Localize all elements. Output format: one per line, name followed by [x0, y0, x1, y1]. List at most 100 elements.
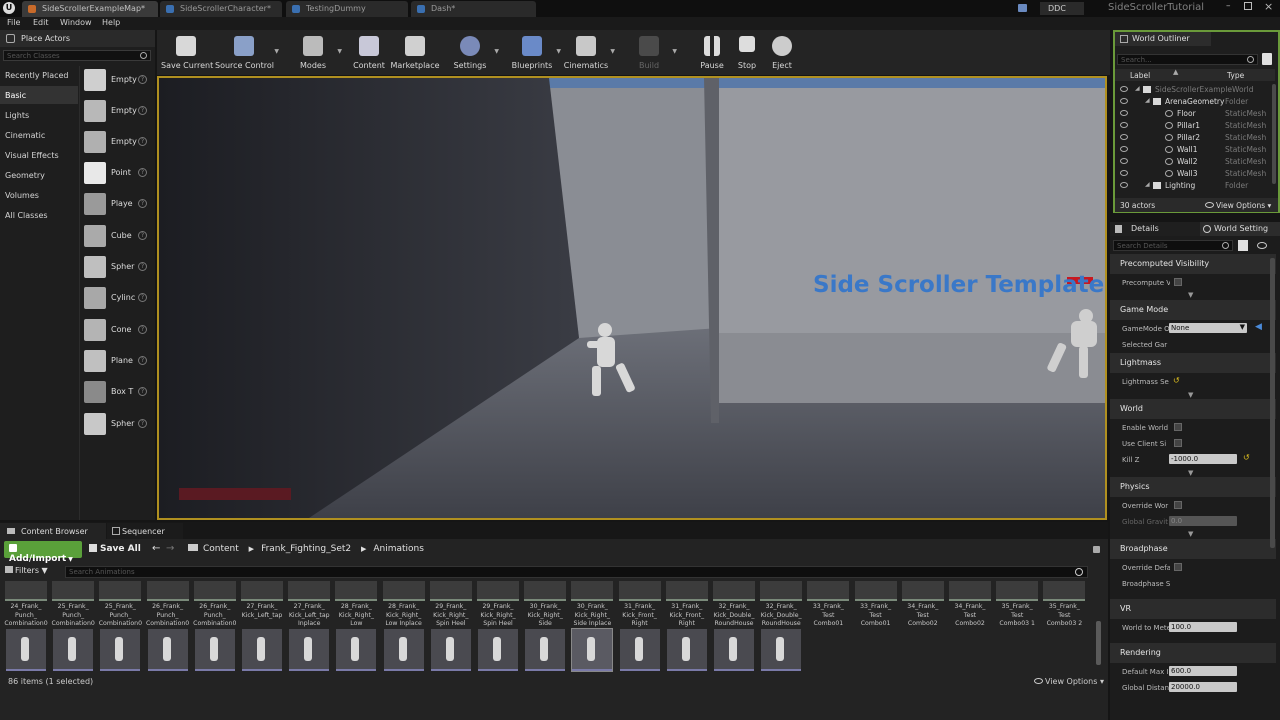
override-world-checkbox[interactable]	[1174, 501, 1182, 509]
chevron-right-icon[interactable]: ▶	[249, 545, 254, 553]
animation-asset-thumbnail[interactable]	[430, 629, 471, 671]
outliner-row[interactable]: Wall2 StaticMesh	[1115, 156, 1278, 168]
animation-asset-thumbnail[interactable]	[53, 629, 94, 671]
animation-asset[interactable]: 24_Frank_ Punch_ Combination0	[4, 581, 48, 627]
animation-asset[interactable]: 28_Frank_ Kick_Right_ Low Inplace	[382, 581, 425, 627]
animation-asset[interactable]: 30_Frank_ Kick_Right_ Side Inplace	[571, 581, 614, 627]
chevron-down-icon[interactable]: ▼	[274, 48, 279, 55]
actor-item[interactable]: Plane?	[82, 348, 152, 374]
outliner-row[interactable]: Wall1 StaticMesh	[1115, 144, 1278, 156]
expand-chevron-icon[interactable]: ▼	[1188, 291, 1193, 299]
default-max-input[interactable]: 600.0	[1169, 666, 1237, 676]
unreal-logo-icon[interactable]: U	[3, 2, 15, 14]
help-icon[interactable]: ?	[138, 75, 147, 84]
help-icon[interactable]: ?	[138, 293, 147, 302]
lock-icon[interactable]	[1093, 546, 1100, 553]
animation-asset[interactable]: 32_Frank_ Kick_Double_ RoundHouse	[713, 581, 755, 627]
visibility-eye-icon[interactable]	[1120, 134, 1128, 140]
animation-asset[interactable]: 28_Frank_ Kick_Right_ Low	[335, 581, 378, 627]
actor-item[interactable]: Empty?	[82, 98, 152, 124]
outliner-row[interactable]: ◢ SideScrollerExampleWorld	[1115, 84, 1278, 96]
breadcrumb-folder[interactable]: Frank_Fighting_Set2	[261, 544, 351, 554]
outliner-tab[interactable]: World Outliner	[1115, 32, 1211, 46]
source-control-button[interactable]: Source Control ▼	[215, 30, 279, 75]
actor-item[interactable]: Spher?	[82, 411, 152, 437]
outliner-row[interactable]: Floor StaticMesh	[1115, 108, 1278, 120]
animation-asset[interactable]: 34_Frank_ Test Combo02	[901, 581, 944, 627]
outliner-row[interactable]: Wall3 StaticMesh	[1115, 168, 1278, 180]
marketplace-button[interactable]: Marketplace	[390, 30, 440, 75]
category-volumes[interactable]: Volumes	[5, 191, 39, 200]
animation-asset[interactable]: 26_Frank_ Punch_ Combination0	[146, 581, 189, 627]
animation-asset-thumbnail[interactable]	[619, 629, 660, 671]
settings-button[interactable]: Settings ▼	[447, 30, 499, 75]
notification-icon[interactable]	[1018, 4, 1027, 12]
animation-asset[interactable]: 26_Frank_ Punch_ Combination0	[193, 581, 236, 627]
column-label[interactable]: Label	[1130, 71, 1150, 80]
gamemode-dropdown[interactable]: None ▼	[1169, 323, 1247, 333]
menu-edit[interactable]: Edit	[33, 18, 49, 27]
category-geometry[interactable]: Geometry	[5, 171, 45, 180]
visibility-eye-icon[interactable]	[1120, 158, 1128, 164]
visibility-eye-icon[interactable]	[1120, 182, 1128, 188]
content-browser-tab[interactable]: Content Browser	[0, 523, 106, 539]
reset-icon[interactable]: ↺	[1243, 453, 1250, 462]
chevron-down-icon[interactable]: ▼	[337, 48, 342, 55]
animation-asset[interactable]: 34_Frank_ Test Combo02	[949, 581, 991, 627]
arrow-left-icon[interactable]: ◀	[1255, 322, 1262, 332]
outliner-search-input[interactable]: Search...	[1117, 54, 1258, 65]
animation-asset[interactable]: 30_Frank_ Kick_Right_ Side	[524, 581, 567, 627]
close-button[interactable]: ×	[1264, 0, 1273, 13]
world-settings-tab[interactable]: World Setting	[1200, 222, 1280, 236]
actor-item[interactable]: Empty?	[82, 129, 152, 155]
section-vr[interactable]: VR	[1110, 599, 1276, 619]
killz-input[interactable]: -1000.0	[1169, 454, 1237, 464]
help-icon[interactable]: ?	[138, 262, 147, 271]
visibility-eye-icon[interactable]	[1120, 170, 1128, 176]
details-tab[interactable]: Details	[1110, 222, 1206, 236]
animation-asset[interactable]: 33_Frank_ Test Combo01	[807, 581, 850, 627]
build-button[interactable]: Build ▼	[627, 30, 677, 75]
expand-arrow-icon[interactable]: ◢	[1135, 85, 1140, 92]
actor-item[interactable]: Cube?	[82, 223, 152, 249]
animation-asset[interactable]: 35_Frank_ Test Combo03 1	[996, 581, 1039, 627]
actor-item[interactable]: Spher?	[82, 254, 152, 280]
back-arrow-icon[interactable]: ←	[152, 543, 160, 554]
details-search-input[interactable]: Search Details	[1113, 240, 1233, 251]
menu-window[interactable]: Window	[60, 18, 92, 27]
category-visual-effects[interactable]: Visual Effects	[5, 151, 59, 160]
outliner-row[interactable]: ◢ ArenaGeometry Folder	[1115, 96, 1278, 108]
animation-asset-thumbnail[interactable]	[571, 628, 614, 672]
global-distance-input[interactable]: 20000.0	[1169, 682, 1237, 692]
reset-icon[interactable]: ↺	[1173, 376, 1180, 385]
menu-file[interactable]: File	[7, 18, 20, 27]
tab-testingdummy[interactable]: TestingDummy	[286, 1, 408, 17]
cb-view-options-button[interactable]: View Options ▾	[1034, 677, 1104, 686]
level-viewport[interactable]: Side Scroller Template	[157, 76, 1107, 520]
animation-asset-thumbnail[interactable]	[714, 629, 754, 671]
grid-view-icon[interactable]	[1238, 240, 1248, 251]
category-cinematic[interactable]: Cinematic	[5, 131, 45, 140]
section-game-mode[interactable]: Game Mode	[1110, 300, 1276, 320]
animation-asset[interactable]: 32_Frank_ Kick_Double_ RoundHouse	[760, 581, 803, 627]
animation-asset-thumbnail[interactable]	[6, 629, 46, 671]
animation-asset[interactable]: 25_Frank_ Punch_ Combination0	[52, 581, 95, 627]
tab-dash[interactable]: Dash*	[411, 1, 536, 17]
outliner-settings-icon[interactable]	[1262, 53, 1272, 65]
enable-world-checkbox[interactable]	[1174, 423, 1182, 431]
section-world[interactable]: World	[1110, 399, 1276, 419]
breadcrumb-animations[interactable]: Animations	[373, 544, 424, 554]
help-icon[interactable]: ?	[138, 199, 147, 208]
animation-asset-thumbnail[interactable]	[666, 629, 707, 671]
visibility-eye-icon[interactable]	[1120, 110, 1128, 116]
view-options-button[interactable]: View Options ▾	[1205, 201, 1271, 210]
visibility-eye-icon[interactable]	[1120, 146, 1128, 152]
section-broadphase[interactable]: Broadphase	[1110, 539, 1276, 559]
chevron-down-icon[interactable]: ▼	[494, 48, 499, 55]
outliner-row[interactable]: Pillar1 StaticMesh	[1115, 120, 1278, 132]
animation-asset-thumbnail[interactable]	[242, 629, 282, 671]
animation-asset-thumbnail[interactable]	[478, 629, 518, 671]
outliner-row[interactable]: Pillar2 StaticMesh	[1115, 132, 1278, 144]
save-all-button[interactable]: Save All	[89, 544, 141, 554]
tab-map[interactable]: SideScrollerExampleMap*	[22, 1, 158, 17]
